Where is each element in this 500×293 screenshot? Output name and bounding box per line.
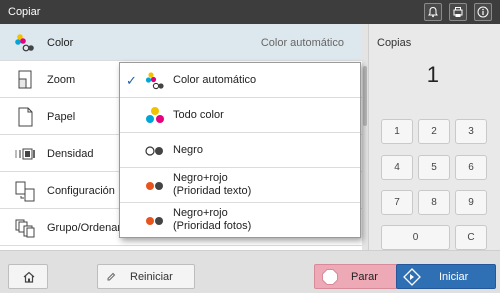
copies-panel: Copias 1 1 2 3 4 5 6 7 8 9 0 C (368, 24, 500, 250)
start-icon (403, 268, 421, 286)
keypad-key-3[interactable]: 3 (455, 119, 487, 144)
black-red-photo-icon (144, 210, 166, 232)
function-row-color[interactable]: Color Color automático (0, 24, 362, 61)
color-mode-dropdown: ✓ Color automático Todo color Negro Negr… (119, 62, 361, 238)
title-bar: Copiar (0, 0, 500, 24)
zoom-icon (14, 69, 36, 91)
copies-count[interactable]: 1 (369, 62, 500, 88)
copies-label: Copias (377, 37, 412, 49)
screen-title: Copiar (8, 6, 41, 18)
keypad-key-8[interactable]: 8 (418, 190, 450, 215)
keypad-key-0[interactable]: 0 (381, 225, 450, 250)
density-icon (14, 143, 36, 165)
function-label-zoom: Zoom (47, 74, 76, 86)
reset-button[interactable]: Reiniciar (97, 264, 195, 289)
bottom-bar: Reiniciar Parar Iniciar (0, 250, 500, 293)
group-sort-icon (14, 217, 36, 239)
start-button[interactable]: Iniciar (396, 264, 496, 289)
keypad-key-4[interactable]: 4 (381, 155, 413, 180)
keypad-key-9[interactable]: 9 (455, 190, 487, 215)
function-label-group-sort: Grupo/Ordenar (47, 222, 121, 234)
device-status-icon[interactable] (449, 3, 467, 21)
configuration-icon (14, 180, 36, 202)
paper-icon (14, 106, 36, 128)
dropdown-option-auto-color[interactable]: ✓ Color automático (120, 63, 360, 98)
home-button[interactable] (8, 264, 48, 289)
auto-color-icon (144, 70, 166, 92)
info-icon[interactable] (474, 3, 492, 21)
black-icon (144, 140, 166, 162)
home-icon (23, 271, 35, 283)
dropdown-option-black-red-text[interactable]: Negro+rojo (Prioridad texto) (120, 168, 360, 203)
dropdown-option-label: Negro+rojo (173, 172, 228, 184)
keypad-key-7[interactable]: 7 (381, 190, 413, 215)
function-label-density: Densidad (47, 148, 94, 160)
dropdown-option-black[interactable]: Negro (120, 133, 360, 168)
function-label-configuration: Configuración (47, 185, 115, 197)
check-icon: ✓ (126, 73, 137, 88)
color-icon (14, 32, 36, 54)
stop-button[interactable]: Parar (314, 264, 398, 289)
dropdown-option-label: Todo color (173, 109, 224, 121)
keypad-key-5[interactable]: 5 (418, 155, 450, 180)
stop-icon (322, 269, 338, 285)
dropdown-option-black-red-photo[interactable]: Negro+rojo (Prioridad fotos) (120, 203, 360, 238)
black-red-text-icon (144, 175, 166, 197)
keypad-key-clear[interactable]: C (455, 225, 487, 250)
bell-icon[interactable] (424, 3, 442, 21)
dropdown-option-label: Color automático (173, 74, 257, 86)
full-color-icon (144, 105, 166, 127)
scrollbar-thumb[interactable] (363, 66, 367, 126)
keypad-key-6[interactable]: 6 (455, 155, 487, 180)
start-label: Iniciar (439, 271, 469, 283)
keypad-key-2[interactable]: 2 (418, 119, 450, 144)
dropdown-option-sublabel: (Prioridad fotos) (173, 220, 252, 232)
dropdown-option-full-color[interactable]: Todo color (120, 98, 360, 133)
reset-label: Reiniciar (130, 271, 173, 283)
function-label-paper: Papel (47, 111, 76, 123)
dropdown-option-sublabel: (Prioridad texto) (173, 185, 252, 197)
stop-label: Parar (351, 271, 378, 283)
keypad-key-1[interactable]: 1 (381, 119, 413, 144)
dropdown-option-label: Negro (173, 144, 203, 156)
function-label-color: Color (47, 37, 74, 49)
dropdown-option-label: Negro+rojo (173, 207, 228, 219)
pencil-icon (107, 272, 116, 281)
function-value-color: Color automático (260, 37, 344, 49)
